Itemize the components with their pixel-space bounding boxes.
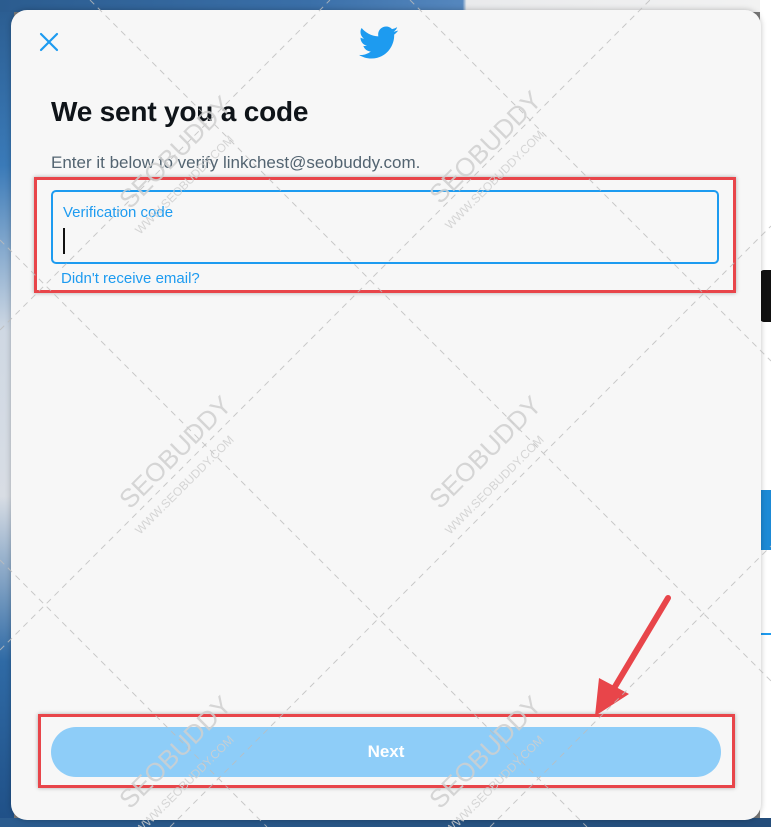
- page-title: We sent you a code: [51, 96, 309, 127]
- verification-instructions: Enter it below to verify linkchest@seobu…: [51, 153, 421, 172]
- annotation-arrow-icon: [595, 595, 671, 716]
- annotation-highlight-code-field: [34, 177, 736, 293]
- background-divider-fragment: [760, 633, 771, 635]
- background-page-right: [760, 0, 771, 827]
- twitter-bird-icon: [359, 26, 399, 59]
- annotation-highlight-next-button: [38, 714, 735, 788]
- close-button[interactable]: [36, 29, 62, 55]
- background-button-fragment: [760, 490, 771, 550]
- close-icon: [39, 32, 59, 52]
- background-text-fragment: [760, 270, 771, 322]
